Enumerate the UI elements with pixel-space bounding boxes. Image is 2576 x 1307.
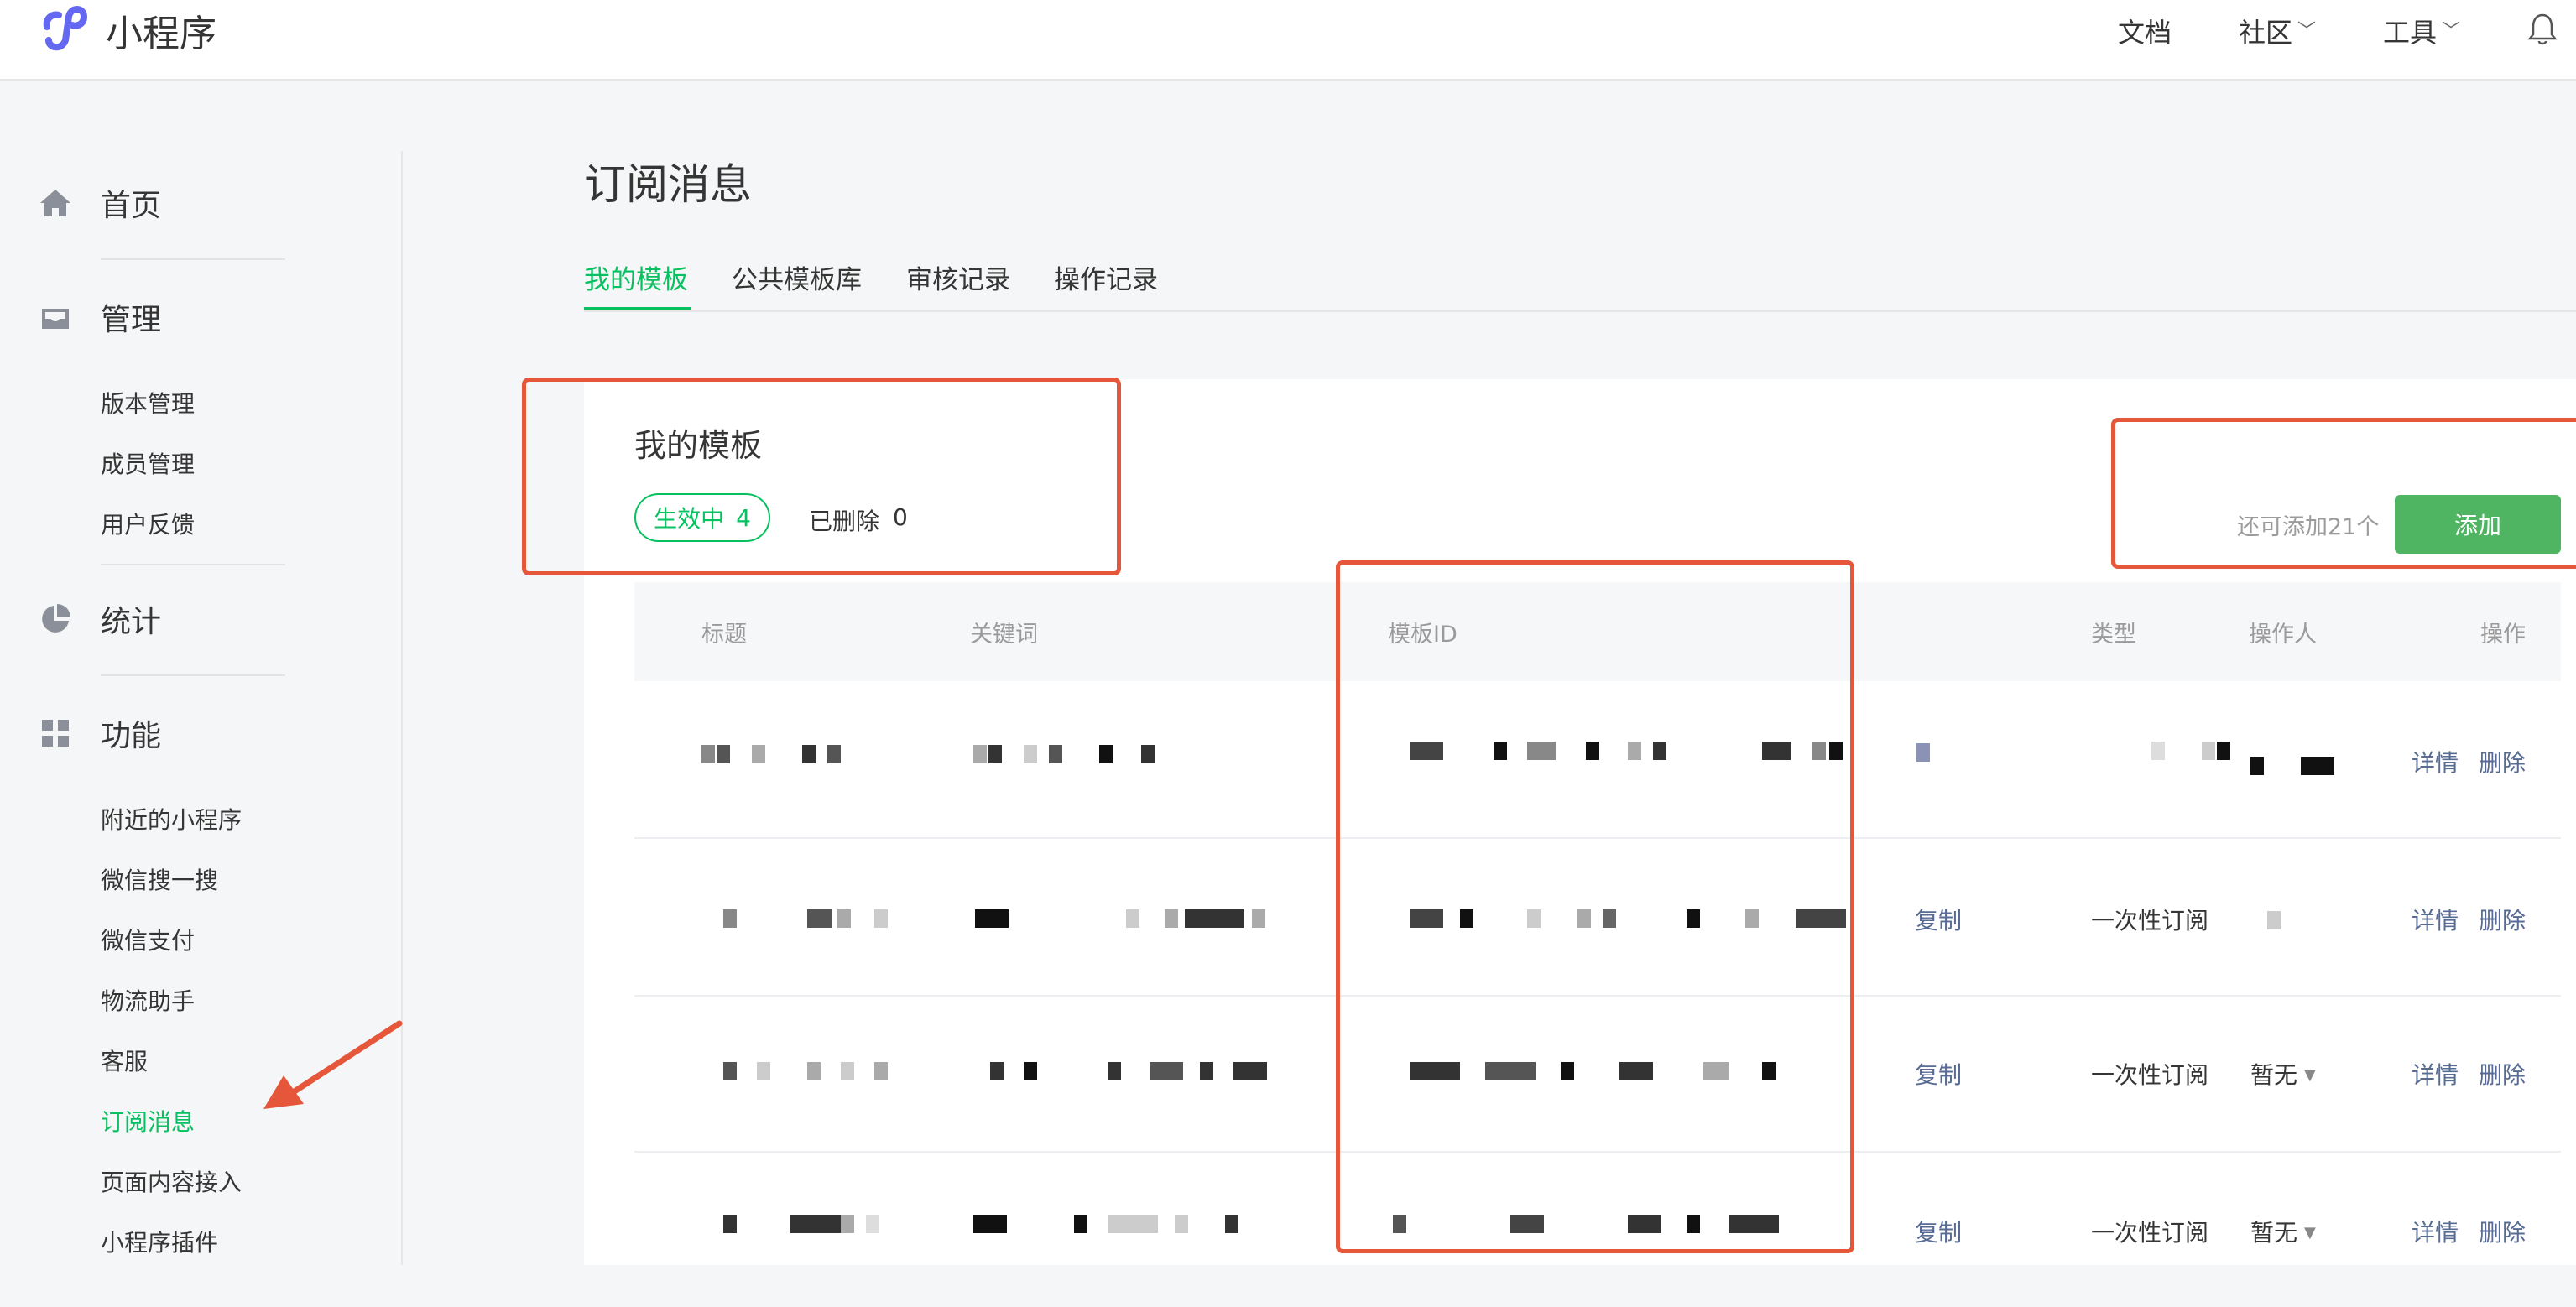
annotation-box-template-id <box>1336 560 1854 1253</box>
tab-review-records[interactable]: 审核记录 <box>906 258 1010 296</box>
col-title: 标题 <box>701 622 747 648</box>
nav-community-label: 社区 <box>2239 17 2293 49</box>
sidebar-item-manage[interactable]: 管理 <box>37 299 161 337</box>
sidebar-item-label: 功能 <box>101 719 162 753</box>
operator-select[interactable]: 暂无 ▼ <box>2250 1057 2316 1091</box>
sidebar-divider <box>101 564 285 565</box>
col-actions: 操作 <box>2480 622 2526 648</box>
operator-select[interactable]: 暂无 ▼ <box>2250 1215 2316 1248</box>
sidebar-item-nearby[interactable]: 附近的小程序 <box>101 802 242 836</box>
detail-link[interactable]: 详情 <box>2412 1215 2459 1248</box>
sidebar-item-content[interactable]: 页面内容接入 <box>101 1164 242 1198</box>
bell-icon[interactable] <box>2526 12 2559 47</box>
tabs-divider <box>584 310 2576 312</box>
detail-link[interactable]: 详情 <box>2412 1057 2459 1091</box>
delete-link[interactable]: 删除 <box>2479 745 2526 778</box>
sidebar-divider <box>101 674 285 676</box>
col-type: 类型 <box>2091 622 2136 648</box>
sidebar-item-home[interactable]: 首页 <box>37 185 161 223</box>
sidebar-item-feedback[interactable]: 用户反馈 <box>101 507 195 540</box>
annotation-arrow-icon <box>263 1020 403 1109</box>
page-title: 订阅消息 <box>584 160 752 209</box>
detail-link[interactable]: 详情 <box>2412 903 2459 936</box>
sidebar-item-version[interactable]: 版本管理 <box>101 386 195 419</box>
copy-button[interactable]: 复制 <box>1915 1057 1962 1091</box>
operator-value: 暂无 <box>2250 1061 2298 1089</box>
sidebar-divider <box>101 258 285 260</box>
chevron-down-icon: ﹀ <box>2442 21 2461 42</box>
app-name: 小程序 <box>106 13 216 55</box>
sidebar-item-plugins[interactable]: 小程序插件 <box>101 1225 218 1258</box>
col-operator: 操作人 <box>2249 622 2317 648</box>
type-value: 一次性订阅 <box>2091 1061 2209 1089</box>
pie-chart-icon <box>42 604 70 633</box>
caret-down-icon: ▼ <box>2304 1066 2316 1084</box>
copy-button[interactable]: 复制 <box>1915 903 1962 936</box>
sidebar-item-features[interactable]: 功能 <box>37 715 161 753</box>
tab-public-library[interactable]: 公共模板库 <box>732 258 862 296</box>
detail-link[interactable]: 详情 <box>2412 745 2459 778</box>
delete-link[interactable]: 删除 <box>2479 1057 2526 1091</box>
sidebar-item-label: 管理 <box>101 303 162 337</box>
sidebar-item-pay[interactable]: 微信支付 <box>101 923 195 956</box>
sidebar-item-label: 统计 <box>101 605 162 639</box>
delete-link[interactable]: 删除 <box>2479 1215 2526 1248</box>
copy-button[interactable]: 复制 <box>1915 1215 1962 1248</box>
tab-operation-records[interactable]: 操作记录 <box>1054 258 1158 296</box>
sidebar-item-label: 首页 <box>101 189 162 223</box>
nav-tools[interactable]: 工具 ﹀ <box>2383 12 2460 50</box>
sidebar-item-members[interactable]: 成员管理 <box>101 446 195 480</box>
sidebar-item-search[interactable]: 微信搜一搜 <box>101 862 218 896</box>
sidebar-item-stats[interactable]: 统计 <box>37 601 161 639</box>
nav-community[interactable]: 社区 ﹀ <box>2239 12 2316 50</box>
delete-link[interactable]: 删除 <box>2479 903 2526 936</box>
caret-down-icon: ▼ <box>2304 1224 2316 1242</box>
operator-value: 暂无 <box>2250 1219 2298 1247</box>
sidebar-item-subscribe[interactable]: 订阅消息 <box>101 1104 195 1138</box>
type-value: 一次性订阅 <box>2091 907 2209 935</box>
chevron-down-icon: ﹀ <box>2297 21 2317 42</box>
mini-program-logo-icon[interactable] <box>37 2 92 52</box>
inbox-icon <box>42 309 69 329</box>
annotation-box-card <box>522 378 1121 575</box>
grid-icon <box>42 720 69 747</box>
tab-my-templates[interactable]: 我的模板 <box>584 258 688 296</box>
home-icon <box>40 190 70 216</box>
type-value: 一次性订阅 <box>2091 1219 2209 1247</box>
sidebar-item-service[interactable]: 客服 <box>101 1044 148 1077</box>
nav-tools-label: 工具 <box>2383 17 2438 49</box>
sidebar-item-logistics[interactable]: 物流助手 <box>101 983 195 1017</box>
top-bar: 小程序 文档 社区 ﹀ 工具 ﹀ <box>0 0 2576 81</box>
nav-docs-label: 文档 <box>2118 17 2172 49</box>
nav-docs[interactable]: 文档 <box>2118 12 2172 50</box>
annotation-box-add <box>2111 418 2576 569</box>
col-keywords: 关键词 <box>970 622 1038 648</box>
